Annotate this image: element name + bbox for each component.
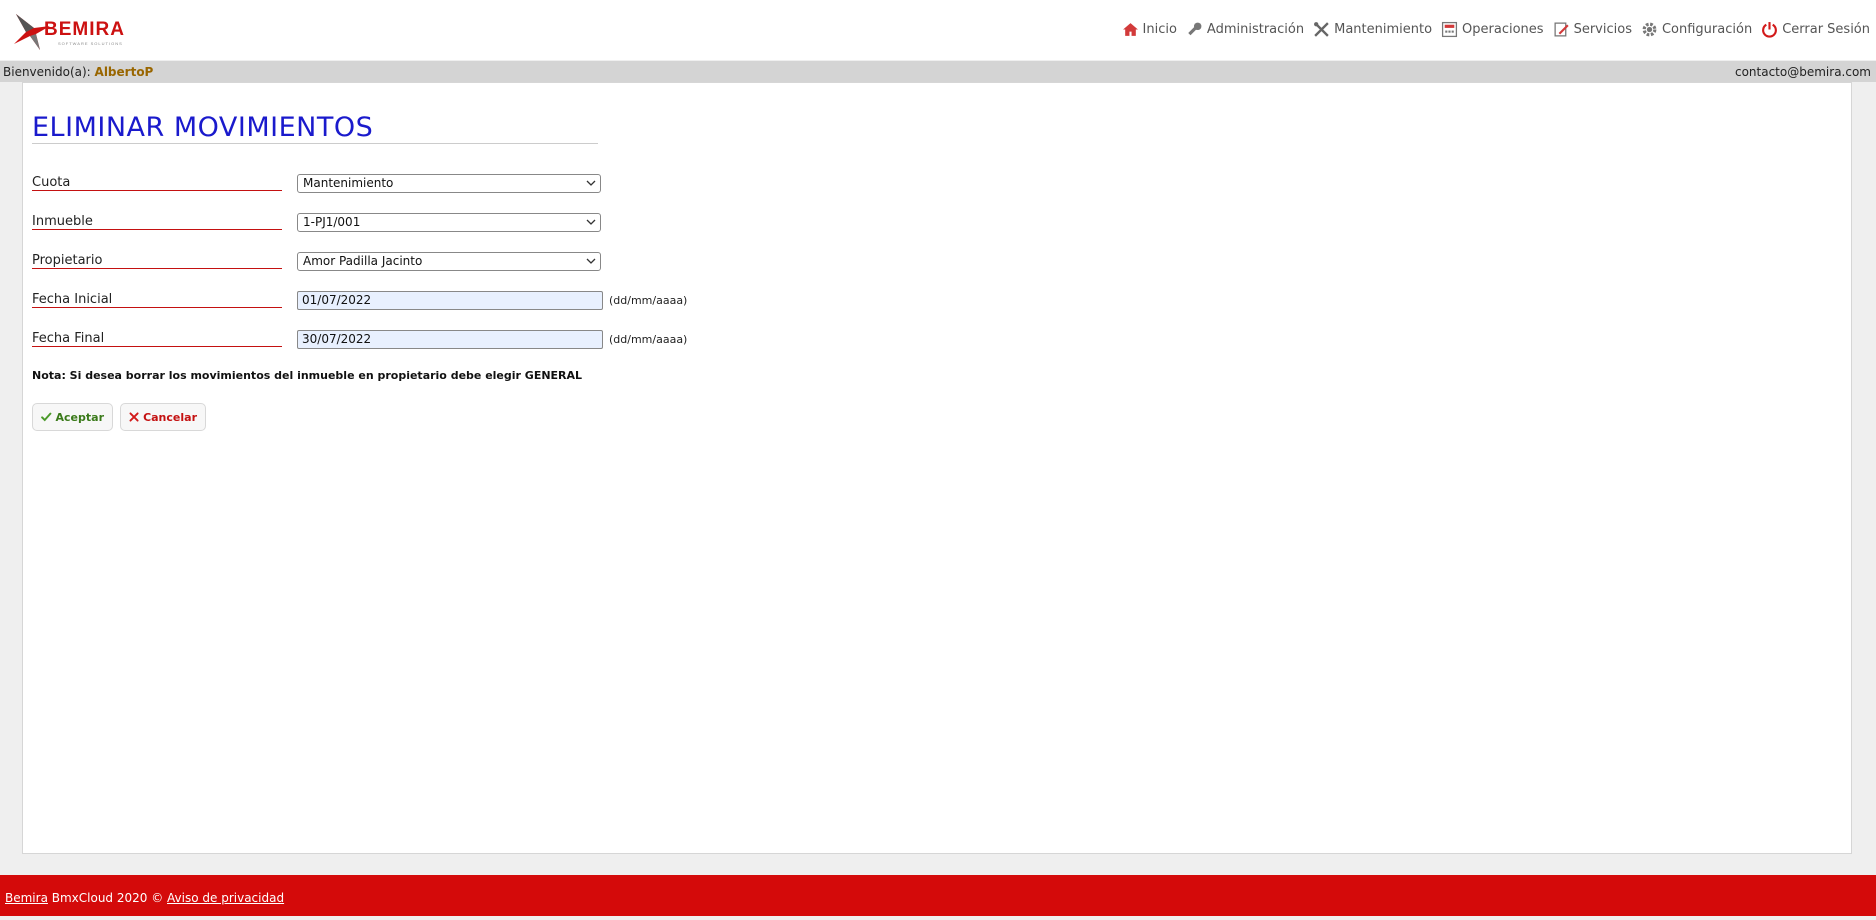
footer-bemira-link[interactable]: Bemira <box>5 891 48 905</box>
welcome-bar: Bienvenido(a): AlbertoP contacto@bemira.… <box>0 61 1876 82</box>
fecha-inicial-format-hint: (dd/mm/aaaa) <box>609 294 688 307</box>
close-icon <box>129 412 139 422</box>
cuota-label: Cuota <box>32 175 71 190</box>
inmueble-select-value: 1-PJ1/001 <box>303 215 361 229</box>
gear-icon <box>1642 22 1657 36</box>
nav-configuracion-label: Configuración <box>1661 21 1753 37</box>
nav-inicio-label: Inicio <box>1142 21 1177 37</box>
cancel-button[interactable]: Cancelar <box>120 403 206 431</box>
propietario-select[interactable]: Amor Padilla Jacinto <box>297 252 601 271</box>
nav-configuracion[interactable]: Configuración <box>1641 19 1752 39</box>
footer-copyright: BmxCloud 2020 © <box>47 891 168 905</box>
footer-text: Bemira BmxCloud 2020 © Aviso de privacid… <box>5 891 284 905</box>
nav-cerrar-sesion-label: Cerrar Sesión <box>1782 21 1870 37</box>
chevron-down-icon <box>586 258 596 264</box>
propietario-underline <box>32 268 282 269</box>
power-icon <box>1762 21 1778 38</box>
footer-privacy-link[interactable]: Aviso de privacidad <box>167 891 284 905</box>
home-icon <box>1122 22 1138 36</box>
page-title: ELIMINAR MOVIMIENTOS <box>32 112 374 143</box>
nav-cerrar-sesion[interactable]: Cerrar Sesión <box>1761 19 1870 39</box>
welcome-prefix: Bienvenido(a): <box>3 65 91 79</box>
main-nav: Inicio Administración Mantenimiento Oper… <box>1113 19 1870 39</box>
chevron-down-icon <box>586 180 596 186</box>
nav-administracion[interactable]: Administración <box>1186 19 1304 39</box>
welcome-username: AlbertoP <box>94 65 154 79</box>
logo-subtitle: SOFTWARE SOLUTIONS <box>58 41 123 46</box>
nav-servicios[interactable]: Servicios <box>1553 19 1632 39</box>
page-footer: Bemira BmxCloud 2020 © Aviso de privacid… <box>0 875 1876 916</box>
accept-button-label: Aceptar <box>55 410 104 424</box>
fecha-inicial-input[interactable]: 01/07/2022 <box>297 291 603 310</box>
inmueble-label: Inmueble <box>32 214 93 229</box>
checkmark-icon <box>41 412 52 422</box>
bemira-logo[interactable]: BEMIRA SOFTWARE SOLUTIONS <box>10 8 140 52</box>
logo-text: BEMIRA <box>44 19 125 40</box>
fecha-final-input[interactable]: 30/07/2022 <box>297 330 603 349</box>
fecha-inicial-underline <box>32 307 282 308</box>
nav-mantenimiento[interactable]: Mantenimiento <box>1313 19 1432 39</box>
document-pen-icon <box>1554 21 1569 37</box>
nav-operaciones[interactable]: Operaciones <box>1441 19 1544 39</box>
propietario-select-value: Amor Padilla Jacinto <box>303 254 423 268</box>
cuota-underline <box>32 190 282 191</box>
title-divider <box>32 143 598 144</box>
nav-operaciones-label: Operaciones <box>1462 21 1544 37</box>
content-panel <box>22 82 1852 854</box>
propietario-label: Propietario <box>32 253 103 268</box>
nav-administracion-label: Administración <box>1206 21 1305 37</box>
top-header: BEMIRA SOFTWARE SOLUTIONS Inicio Adminis… <box>0 0 1876 60</box>
nav-servicios-label: Servicios <box>1573 21 1632 37</box>
inmueble-select[interactable]: 1-PJ1/001 <box>297 213 601 232</box>
tools-icon <box>1314 21 1329 37</box>
welcome-text: Bienvenido(a): AlbertoP <box>3 65 153 79</box>
form-note: Nota: Si desea borrar los movimientos de… <box>32 369 583 382</box>
fecha-final-format-hint: (dd/mm/aaaa) <box>609 333 688 346</box>
cuota-select[interactable]: Mantenimiento <box>297 174 601 193</box>
calculator-icon <box>1442 21 1458 37</box>
inmueble-underline <box>32 229 282 230</box>
nav-inicio[interactable]: Inicio <box>1122 19 1177 39</box>
nav-mantenimiento-label: Mantenimiento <box>1334 21 1433 37</box>
cancel-button-label: Cancelar <box>143 410 197 424</box>
cuota-select-value: Mantenimiento <box>303 176 394 190</box>
fecha-final-underline <box>32 346 282 347</box>
contact-email: contacto@bemira.com <box>1734 65 1871 79</box>
accept-button[interactable]: Aceptar <box>32 403 113 431</box>
key-icon <box>1188 22 1202 35</box>
fecha-final-label: Fecha Final <box>32 331 105 346</box>
chevron-down-icon <box>586 219 596 225</box>
fecha-inicial-label: Fecha Inicial <box>32 292 113 307</box>
